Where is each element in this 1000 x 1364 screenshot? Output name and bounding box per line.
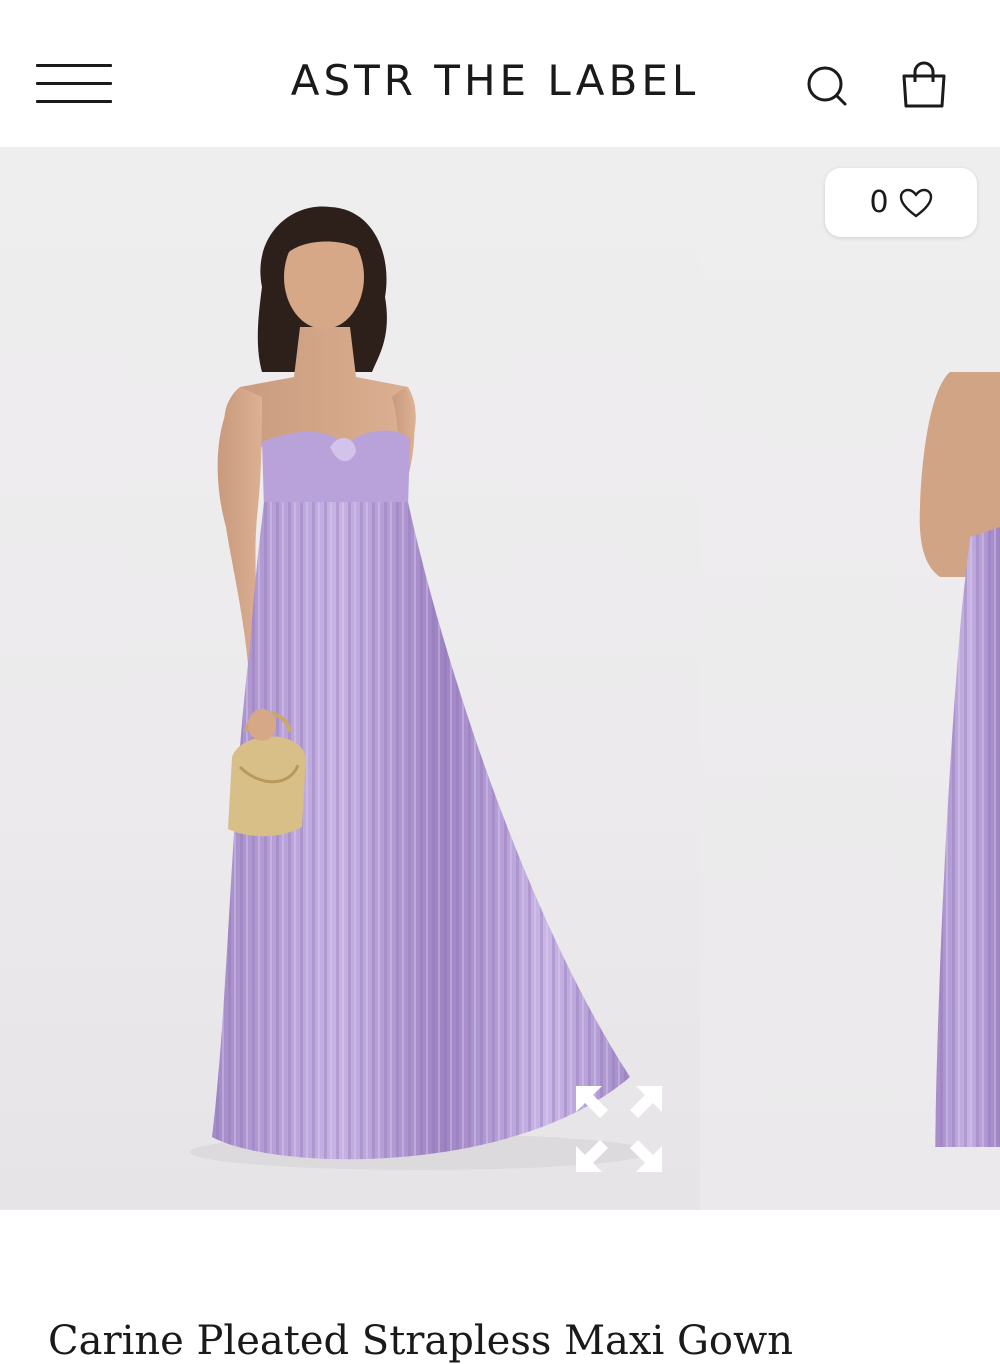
expand-arrows-icon[interactable] bbox=[572, 1082, 666, 1176]
product-image-gallery[interactable] bbox=[0, 147, 1000, 1210]
search-icon[interactable] bbox=[804, 62, 852, 110]
site-header: ASTR THE LABEL bbox=[0, 0, 1000, 147]
product-title: Carine Pleated Strapless Maxi Gown bbox=[48, 1318, 793, 1364]
hamburger-menu-icon[interactable] bbox=[36, 60, 112, 106]
brand-logo[interactable]: ASTR THE LABEL bbox=[250, 56, 740, 105]
product-info-area bbox=[0, 1210, 1000, 1333]
heart-outline-icon bbox=[899, 188, 932, 217]
product-image-main[interactable] bbox=[0, 147, 700, 1210]
wishlist-count: 0 bbox=[869, 185, 889, 220]
shopping-bag-icon[interactable] bbox=[898, 60, 950, 110]
wishlist-button[interactable]: 0 bbox=[825, 168, 977, 237]
product-image-next[interactable] bbox=[700, 147, 1000, 1210]
